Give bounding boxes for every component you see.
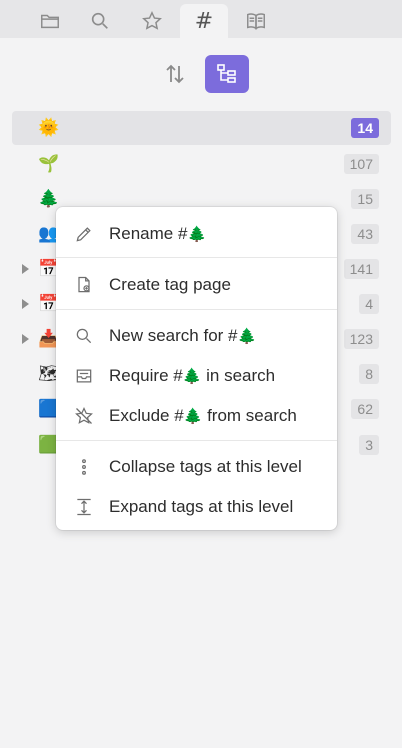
- pencil-icon: [73, 223, 95, 245]
- tree-emoji: 🌲: [187, 226, 207, 243]
- star-icon: [142, 11, 162, 30]
- tag-emoji: 🌱: [38, 154, 60, 173]
- tab-search[interactable]: [76, 4, 124, 38]
- star-off-icon: [73, 405, 95, 427]
- tag-count: 15: [351, 189, 379, 209]
- tag-emoji: 📥: [38, 329, 60, 348]
- tag-count: 3: [359, 435, 379, 455]
- collapse-dots-icon: [73, 456, 95, 478]
- tag-count: 107: [343, 154, 379, 174]
- tag-emoji: 🟩: [38, 435, 60, 454]
- tag-count: 14: [351, 118, 379, 138]
- search-icon: [73, 325, 95, 347]
- file-plus-icon: [73, 274, 95, 296]
- folder-icon: [41, 14, 59, 29]
- menu-create-tag-page[interactable]: Create tag page: [56, 267, 337, 303]
- tag-count: 62: [351, 399, 379, 419]
- tag-count: 141: [343, 259, 379, 279]
- tag-count: 123: [343, 329, 379, 349]
- tag-emoji: 📅: [38, 259, 60, 278]
- tag-count: 4: [359, 294, 379, 314]
- menu-label: Require #🌲 in search: [109, 366, 276, 385]
- tag-context-menu: Rename #🌲 Create tag page New search for…: [56, 207, 337, 530]
- menu-label: Create tag page: [109, 275, 231, 294]
- tab-bookmarks[interactable]: [128, 4, 176, 38]
- tree-emoji: 🌲: [183, 408, 203, 425]
- menu-label: Exclude #🌲 from search: [109, 406, 297, 425]
- tag-emoji: 🌲: [38, 189, 60, 208]
- menu-exclude-from-search[interactable]: Exclude #🌲 from search: [56, 398, 337, 434]
- tree-view-icon: [217, 64, 236, 83]
- search-icon: [91, 12, 108, 29]
- tag-emoji: 📅: [38, 294, 60, 313]
- tag-emoji: 🌞: [38, 118, 60, 137]
- book-icon: [247, 13, 265, 30]
- tab-tags[interactable]: #: [180, 4, 228, 38]
- tab-strip: #: [0, 0, 402, 38]
- menu-divider: [56, 257, 337, 258]
- menu-label: Rename #🌲: [109, 224, 207, 243]
- menu-label: Collapse tags at this level: [109, 457, 302, 476]
- tab-reader[interactable]: [232, 4, 280, 38]
- tree-view-button[interactable]: [205, 55, 249, 93]
- tag-emoji: 👥: [38, 224, 60, 243]
- tag-row[interactable]: 🌱 107: [12, 147, 391, 181]
- tag-count: 43: [351, 224, 379, 244]
- expand-caret-icon[interactable]: [22, 299, 29, 309]
- menu-label: New search for #🌲: [109, 326, 257, 345]
- menu-expand-tags[interactable]: Expand tags at this level: [56, 489, 337, 525]
- expand-vertical-icon: [73, 496, 95, 518]
- menu-collapse-tags[interactable]: Collapse tags at this level: [56, 449, 337, 485]
- expand-caret-icon[interactable]: [22, 264, 29, 274]
- expand-caret-icon[interactable]: [22, 334, 29, 344]
- tree-emoji: 🌲: [182, 368, 202, 385]
- menu-divider: [56, 440, 337, 441]
- menu-require-in-search[interactable]: Require #🌲 in search: [56, 358, 337, 394]
- menu-rename-tag[interactable]: Rename #🌲: [56, 216, 337, 252]
- tag-row[interactable]: 🌞 14: [12, 111, 391, 145]
- tab-files[interactable]: [26, 4, 74, 38]
- menu-divider: [56, 309, 337, 310]
- sort-arrows-icon: [166, 64, 184, 84]
- inbox-icon: [73, 365, 95, 387]
- tag-emoji: 🟦: [38, 399, 60, 418]
- menu-label: Expand tags at this level: [109, 497, 294, 516]
- sort-button[interactable]: [153, 55, 197, 93]
- hash-icon: #: [194, 8, 214, 34]
- tag-count: 8: [359, 364, 379, 384]
- menu-new-search[interactable]: New search for #🌲: [56, 318, 337, 354]
- tag-emoji: 🗺: [38, 364, 60, 383]
- tree-emoji: 🌲: [237, 328, 257, 345]
